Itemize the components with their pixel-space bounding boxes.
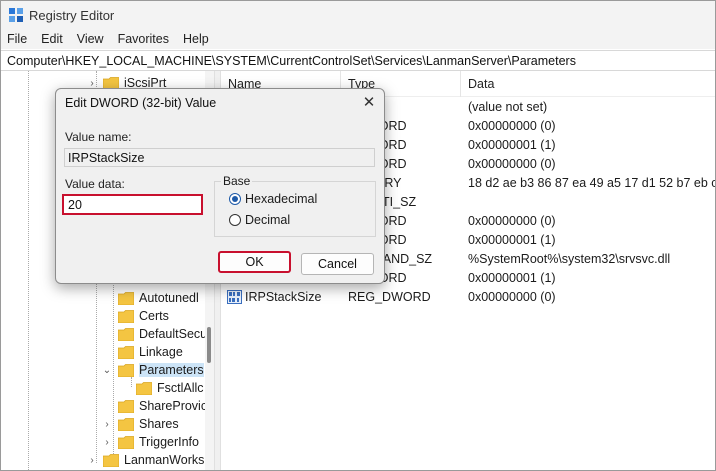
row-data: 0x00000000 (0)	[468, 157, 556, 171]
folder-icon	[118, 435, 134, 449]
value-data-label: Value data:	[65, 177, 125, 191]
row-data: 0x00000000 (0)	[468, 119, 556, 133]
edit-dword-dialog: Edit DWORD (32-bit) Value ✕ Value name: …	[55, 88, 385, 284]
tree-item-label: TriggerInfo	[139, 435, 199, 449]
tree-item-label: DefaultSecu	[139, 327, 208, 341]
table-row-irpstacksize[interactable]: IRPStackSize REG_DWORD 0x00000000 (0)	[221, 288, 715, 307]
row-data: 18 d2 ae b3 86 87 ea 49 a5 17 d1 52 b7 e…	[468, 176, 716, 190]
folder-icon	[136, 381, 152, 395]
column-header-data[interactable]: Data	[461, 71, 715, 97]
address-bar[interactable]: Computer\HKEY_LOCAL_MACHINE\SYSTEM\Curre…	[1, 50, 715, 71]
radio-selected-icon[interactable]	[229, 193, 241, 205]
tree-guide-line	[28, 71, 29, 470]
chevron-down-icon[interactable]: ⌄	[102, 365, 112, 376]
tree-item-label: Parameters	[139, 363, 204, 377]
tree-item[interactable]: Linkage	[102, 343, 183, 361]
value-data-input[interactable]	[62, 194, 203, 215]
title-bar: Registry Editor	[1, 1, 715, 29]
folder-icon	[118, 399, 134, 413]
radio-hexadecimal-label: Hexadecimal	[245, 192, 318, 206]
chevron-right-icon[interactable]: ›	[102, 419, 112, 430]
radio-decimal[interactable]: Decimal	[229, 213, 290, 227]
menu-view[interactable]: View	[77, 32, 104, 46]
base-label: Base	[221, 174, 253, 188]
window-title: Registry Editor	[29, 7, 115, 23]
row-data: 0x00000001 (1)	[468, 233, 556, 247]
row-type: REG_DWORD	[348, 290, 431, 304]
chevron-right-icon[interactable]: ›	[87, 455, 97, 466]
value-name-label: Value name:	[65, 130, 132, 144]
row-data: 0x00000000 (0)	[468, 214, 556, 228]
tree-item-label: Linkage	[139, 345, 183, 359]
cancel-button[interactable]: Cancel	[301, 253, 374, 275]
chevron-right-icon[interactable]: ›	[102, 437, 112, 448]
radio-hexadecimal[interactable]: Hexadecimal	[229, 192, 317, 206]
tree-item-label: ShareProvic	[139, 399, 208, 413]
menu-file[interactable]: File	[7, 32, 27, 46]
row-name: IRPStackSize	[245, 290, 322, 304]
dialog-title: Edit DWORD (32-bit) Value	[65, 96, 217, 110]
tree-item[interactable]: › TriggerInfo	[102, 433, 199, 451]
row-name-cell: IRPStackSize	[227, 290, 321, 304]
tree-item-parameters[interactable]: ⌄ Parameters	[102, 361, 204, 379]
menu-edit[interactable]: Edit	[41, 32, 63, 46]
base-groupbox: Base Hexadecimal Decimal	[214, 174, 376, 237]
tree-item[interactable]: Autotunedl	[102, 289, 199, 307]
registry-editor-icon	[9, 8, 23, 22]
row-data: 0x00000001 (1)	[468, 271, 556, 285]
tree-item[interactable]: › LanmanWorks	[87, 451, 204, 469]
chevron-right-icon[interactable]: ›	[87, 78, 97, 89]
value-name-field: IRPStackSize	[64, 148, 375, 167]
tree-item[interactable]: FsctlAllc	[120, 379, 204, 397]
tree-item[interactable]: Certs	[102, 307, 169, 325]
folder-icon	[118, 327, 134, 341]
row-data: 0x00000000 (0)	[468, 290, 556, 304]
close-icon[interactable]: ✕	[358, 92, 380, 112]
reg-binary-value-icon	[227, 290, 242, 304]
folder-icon	[118, 363, 134, 377]
radio-decimal-label: Decimal	[245, 213, 291, 227]
row-data: %SystemRoot%\system32\srvsvc.dll	[468, 252, 671, 266]
tree-item-label: FsctlAllc	[157, 381, 204, 395]
folder-icon	[118, 417, 134, 431]
menu-favorites[interactable]: Favorites	[118, 32, 169, 46]
folder-icon	[118, 309, 134, 323]
tree-item[interactable]: ShareProvic	[102, 397, 207, 415]
tree-item-label: LanmanWorks	[124, 453, 205, 467]
folder-icon	[118, 291, 134, 305]
tree-item-label: Certs	[139, 309, 169, 323]
row-data: (value not set)	[468, 100, 548, 114]
folder-icon	[118, 345, 134, 359]
tree-item-label: Shares	[139, 417, 179, 431]
tree-item-label: Autotunedl	[139, 291, 199, 305]
radio-unselected-icon[interactable]	[229, 214, 241, 226]
folder-icon	[103, 453, 119, 467]
menu-help[interactable]: Help	[183, 32, 209, 46]
ok-button[interactable]: OK	[218, 251, 291, 273]
scrollbar-thumb[interactable]	[207, 327, 211, 363]
menu-bar: File Edit View Favorites Help	[1, 29, 715, 49]
tree-item[interactable]: › Shares	[102, 415, 179, 433]
row-data: 0x00000001 (1)	[468, 138, 556, 152]
tree-item[interactable]: DefaultSecu	[102, 325, 207, 343]
